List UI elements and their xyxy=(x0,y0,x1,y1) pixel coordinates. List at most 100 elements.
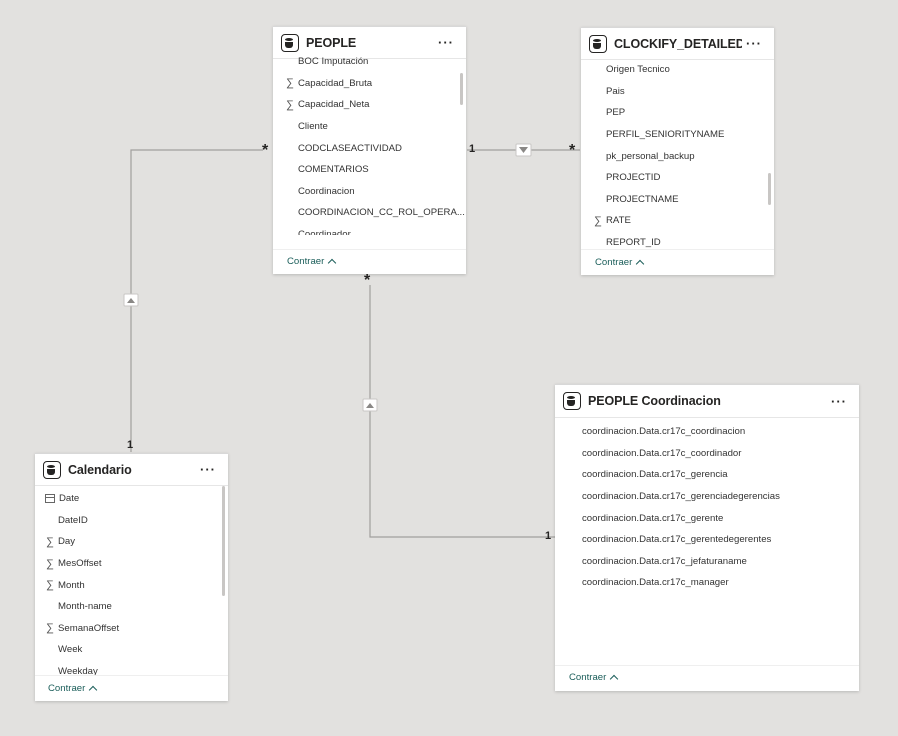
filter-direction-arrow-up-icon[interactable] xyxy=(362,398,378,412)
field-name: Origen Tecnico xyxy=(606,64,670,76)
field-name: Capacidad_Neta xyxy=(298,99,370,111)
field-row[interactable]: PROJECTNAME xyxy=(591,189,774,211)
more-options-icon[interactable]: ··· xyxy=(196,462,220,477)
field-name: Coordinador xyxy=(298,229,351,235)
field-row[interactable]: pk_personal_backup xyxy=(591,145,774,167)
sigma-icon: ∑ xyxy=(286,98,294,111)
field-row[interactable]: Weekday xyxy=(43,661,228,682)
field-name: coordinacion.Data.cr17c_gerencia xyxy=(582,469,728,481)
relationship-people-calendario[interactable] xyxy=(130,149,263,452)
field-row[interactable]: ∑ Capacidad_Bruta xyxy=(283,73,466,95)
field-row[interactable]: ∑ Day xyxy=(43,531,228,553)
field-row[interactable]: Coordinacion xyxy=(283,181,466,203)
field-name: coordinacion.Data.cr17c_coordinacion xyxy=(582,426,746,438)
filter-direction-arrow-down-icon[interactable] xyxy=(515,143,532,157)
field-row[interactable]: Coordinador xyxy=(283,224,466,235)
field-row[interactable]: PEP xyxy=(591,102,774,124)
table-card-people-coordinacion[interactable]: PEOPLE Coordinacion ··· coordinacion.Dat… xyxy=(555,384,859,691)
field-name: Month-name xyxy=(58,601,112,613)
collapse-button[interactable]: Contraer xyxy=(287,256,337,268)
field-row[interactable]: coordinacion.Data.cr17c_gerencia xyxy=(567,464,859,486)
sigma-icon: ∑ xyxy=(286,77,294,90)
field-list[interactable]: Date DateID ∑ Day ∑ MesOffset ∑ Month Month-name… xyxy=(35,488,228,682)
table-title: CLOCKIFY_DETAILED_RE... xyxy=(614,36,742,51)
more-options-icon[interactable]: ··· xyxy=(434,35,458,50)
cardinality-many-mark: * xyxy=(364,272,371,289)
field-row[interactable]: ∑ MesOffset xyxy=(43,553,228,575)
field-row[interactable]: coordinacion.Data.cr17c_gerenciadegerenc… xyxy=(567,486,859,508)
table-card-clockify[interactable]: CLOCKIFY_DETAILED_RE... ··· Origen Tecni… xyxy=(581,27,774,275)
scrollbar[interactable] xyxy=(222,486,225,596)
field-row[interactable]: coordinacion.Data.cr17c_jefaturaname xyxy=(567,551,859,573)
field-row[interactable]: PROJECTID xyxy=(591,167,774,189)
field-list[interactable]: BOC Imputación ∑ Capacidad_Bruta ∑ Capacidad… xyxy=(273,51,466,235)
field-name: SemanaOffset xyxy=(58,622,120,634)
field-row[interactable]: BOC Imputación xyxy=(283,51,466,73)
cardinality-one-mark: 1 xyxy=(545,530,552,542)
calendar-icon xyxy=(45,494,55,504)
field-row[interactable]: coordinacion.Data.cr17c_coordinacion xyxy=(567,421,859,443)
table-icon xyxy=(43,460,61,479)
field-list[interactable]: coordinacion.Data.cr17c_coordinacioncoor… xyxy=(555,421,859,601)
field-row[interactable]: ∑ RATE xyxy=(591,210,774,232)
more-options-icon[interactable]: ··· xyxy=(742,36,766,51)
field-row[interactable]: ∑ SemanaOffset xyxy=(43,618,228,640)
field-name: BOC Imputación xyxy=(298,56,369,68)
table-title: PEOPLE Coordinacion xyxy=(588,394,721,408)
collapse-label: Contraer xyxy=(48,683,86,694)
collapse-label: Contraer xyxy=(287,256,325,267)
field-row[interactable]: coordinacion.Data.cr17c_coordinador xyxy=(567,443,859,465)
scrollbar[interactable] xyxy=(768,173,771,205)
sigma-icon: ∑ xyxy=(46,579,54,592)
field-row[interactable]: Date xyxy=(43,488,228,510)
field-name: CODCLASEACTIVIDAD xyxy=(298,142,402,154)
table-title: Calendario xyxy=(68,462,132,477)
chevron-up-icon xyxy=(610,674,619,684)
field-row[interactable]: coordinacion.Data.cr17c_manager xyxy=(567,572,859,594)
field-row[interactable]: CODCLASEACTIVIDAD xyxy=(283,137,466,159)
field-name: coordinacion.Data.cr17c_gerente xyxy=(582,512,724,524)
field-name: REPORT_ID xyxy=(606,237,661,249)
field-name: coordinacion.Data.cr17c_jefaturaname xyxy=(582,555,747,567)
field-name: PROJECTID xyxy=(606,172,661,184)
field-name: DateID xyxy=(58,514,88,526)
field-name: PEP xyxy=(606,107,626,119)
table-card-people[interactable]: PEOPLE ··· BOC Imputación ∑ Capacidad_Brut… xyxy=(273,26,466,274)
collapse-button[interactable]: Contraer xyxy=(48,683,98,695)
field-list[interactable]: Origen Tecnico Pais PEP PERFIL_SENIORITYNAM… xyxy=(581,59,774,253)
field-row[interactable]: Pais xyxy=(591,81,774,103)
field-row[interactable]: Cliente xyxy=(283,116,466,138)
field-name: coordinacion.Data.cr17c_coordinador xyxy=(582,447,742,459)
filter-direction-arrow-up-icon[interactable] xyxy=(123,293,139,307)
field-row[interactable]: PERFIL_SENIORITYNAME xyxy=(591,124,774,146)
collapse-label: Contraer xyxy=(595,257,633,268)
field-name: Coordinacion xyxy=(298,185,355,197)
field-name: Month xyxy=(58,579,85,591)
field-name: COORDINACION_CC_ROL_OPERA... xyxy=(298,207,465,219)
field-row[interactable]: ∑ Month xyxy=(43,574,228,596)
field-name: coordinacion.Data.cr17c_gerentedegerente… xyxy=(582,534,772,546)
card-header: PEOPLE Coordinacion ··· xyxy=(555,385,859,418)
relationship-people-coordinacion[interactable] xyxy=(369,285,555,538)
scrollbar[interactable] xyxy=(460,73,463,105)
field-row[interactable]: COMENTARIOS xyxy=(283,159,466,181)
cardinality-one-mark: 1 xyxy=(127,439,134,451)
field-name: COMENTARIOS xyxy=(298,164,369,176)
table-card-calendario[interactable]: Calendario ··· Date DateID ∑ Day ∑ MesOffset ∑… xyxy=(35,453,228,701)
field-row[interactable]: coordinacion.Data.cr17c_gerente xyxy=(567,507,859,529)
field-name: Week xyxy=(58,644,83,656)
field-row[interactable]: coordinacion.Data.cr17c_gerentedegerente… xyxy=(567,529,859,551)
field-row[interactable]: Month-name xyxy=(43,596,228,618)
field-row[interactable]: DateID xyxy=(43,510,228,532)
collapse-button[interactable]: Contraer xyxy=(569,672,619,684)
collapse-button[interactable]: Contraer xyxy=(595,257,645,269)
field-row[interactable]: Origen Tecnico xyxy=(591,59,774,81)
field-row[interactable]: COORDINACION_CC_ROL_OPERA... xyxy=(283,202,466,224)
card-header: Calendario ··· xyxy=(35,454,228,486)
field-row[interactable]: ∑ Capacidad_Neta xyxy=(283,94,466,116)
chevron-up-icon xyxy=(636,259,645,269)
sigma-icon: ∑ xyxy=(46,557,54,570)
field-row[interactable]: Week xyxy=(43,639,228,661)
field-name: pk_personal_backup xyxy=(606,150,695,162)
more-options-icon[interactable]: ··· xyxy=(827,394,851,409)
